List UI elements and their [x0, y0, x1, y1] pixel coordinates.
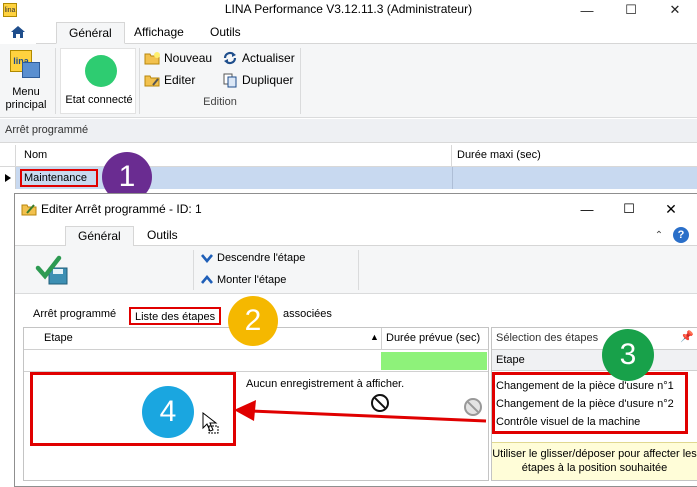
- save-button[interactable]: [35, 254, 71, 288]
- dialog-tab-bar: Général Outils ⌃ ?: [15, 224, 697, 247]
- dialog-ribbon: Descendre l'étape Monter l'étape: [15, 246, 697, 294]
- annotation-badge-3: 3: [602, 329, 654, 381]
- row-indicator-icon: [0, 167, 16, 189]
- nouveau-button[interactable]: Nouveau: [144, 48, 212, 68]
- row-nom-cell[interactable]: Maintenance: [20, 169, 98, 187]
- selection-column-header: Etape: [492, 349, 697, 371]
- menu-label-line2: principal: [5, 99, 47, 111]
- steps-filter-row: [24, 350, 488, 372]
- maximize-button[interactable]: ☐: [609, 0, 653, 20]
- refresh-icon: [223, 51, 237, 65]
- status-dot: [85, 55, 117, 87]
- check-save-icon: [35, 255, 68, 285]
- tab-general[interactable]: Général: [56, 22, 125, 44]
- new-folder-icon: [144, 52, 160, 65]
- subtab-liste-etapes[interactable]: Liste des étapes: [129, 307, 222, 325]
- annotation-badge-2: 2: [228, 296, 278, 346]
- pin-icon[interactable]: 📌: [680, 330, 694, 343]
- help-icon[interactable]: ?: [673, 227, 689, 243]
- close-button[interactable]: ✕: [653, 0, 697, 20]
- edition-group-label: Edition: [203, 96, 237, 108]
- status-indicator: Etat connecté: [60, 48, 136, 114]
- dialog-edit-icon: [21, 204, 37, 216]
- lina-logo-icon: lina: [10, 50, 40, 80]
- tab-outils[interactable]: Outils: [198, 22, 253, 44]
- home-icon: [11, 26, 25, 38]
- dialog-maximize-button[interactable]: ☐: [609, 198, 649, 220]
- list-item[interactable]: Changement de la pièce d'usure n°2: [496, 395, 674, 413]
- duplicate-icon: [223, 73, 237, 88]
- menu-principal-button[interactable]: lina Menu principal: [2, 48, 50, 114]
- row-duree-cell[interactable]: [456, 170, 686, 186]
- selection-title: Sélection des étapes: [496, 332, 599, 344]
- dialog-title-bar: Editer Arrêt programmé - ID: 1 — ☐ ✕: [15, 194, 697, 224]
- tab-affichage[interactable]: Affichage: [122, 22, 196, 44]
- dialog-tab-general[interactable]: Général: [65, 226, 134, 247]
- section-title: Arrêt programmé: [0, 119, 697, 143]
- drag-arrow: [234, 400, 487, 423]
- dialog-minimize-button[interactable]: —: [567, 198, 607, 220]
- monter-etape-button[interactable]: Monter l'étape: [201, 270, 286, 290]
- mouse-pointer-icon: [202, 411, 220, 437]
- list-item[interactable]: Contrôle visuel de la machine: [496, 413, 640, 431]
- title-bar: lina LINA Performance V3.12.11.3 (Admini…: [0, 0, 697, 20]
- sort-up-icon[interactable]: ▲: [370, 332, 379, 342]
- subtab-arret-programme[interactable]: Arrêt programmé: [33, 306, 116, 324]
- list-item[interactable]: Changement de la pièce d'usure n°1: [496, 377, 674, 395]
- descendre-etape-button[interactable]: Descendre l'étape: [201, 248, 305, 268]
- actualiser-button[interactable]: Actualiser: [222, 48, 295, 68]
- selection-panel: Sélection des étapes 📌 Etape Changement …: [491, 327, 697, 481]
- collapse-ribbon-icon[interactable]: ⌃: [651, 227, 667, 243]
- dialog-close-button[interactable]: ✕: [651, 198, 691, 220]
- column-etape[interactable]: Etape: [44, 332, 73, 344]
- column-nom[interactable]: Nom: [20, 145, 452, 167]
- duree-filter-input[interactable]: [381, 352, 487, 370]
- editer-button[interactable]: Editer: [144, 70, 195, 90]
- main-ribbon: lina Menu principal Etat connecté Nouvea…: [0, 44, 697, 118]
- status-label: Etat connecté: [65, 94, 133, 106]
- chevron-up-icon: [201, 275, 213, 284]
- edit-folder-icon: [144, 75, 160, 87]
- menu-label-line1: Menu: [12, 86, 40, 98]
- edit-dialog: Editer Arrêt programmé - ID: 1 — ☐ ✕ Gén…: [14, 193, 697, 487]
- dialog-title: Editer Arrêt programmé - ID: 1: [41, 202, 202, 216]
- column-duree-prevue[interactable]: Durée prévue (sec): [386, 332, 480, 344]
- etape-filter-input[interactable]: [26, 352, 378, 370]
- empty-message: Aucun enregistrement à afficher.: [246, 378, 405, 390]
- column-duree-maxi[interactable]: Durée maxi (sec): [453, 145, 697, 167]
- annotation-badge-4: 4: [142, 386, 194, 438]
- dialog-tab-outils[interactable]: Outils: [137, 226, 188, 247]
- subtab-associees[interactable]: associées: [283, 306, 332, 324]
- subtab-bar: Arrêt programmé Liste des étapes associé…: [15, 297, 697, 325]
- minimize-button[interactable]: —: [565, 0, 609, 20]
- selection-hint: Utiliser le glisser/déposer pour affecte…: [492, 442, 697, 480]
- chevron-down-icon: [201, 254, 213, 263]
- home-tab[interactable]: [0, 20, 36, 44]
- dupliquer-button[interactable]: Dupliquer: [222, 70, 293, 90]
